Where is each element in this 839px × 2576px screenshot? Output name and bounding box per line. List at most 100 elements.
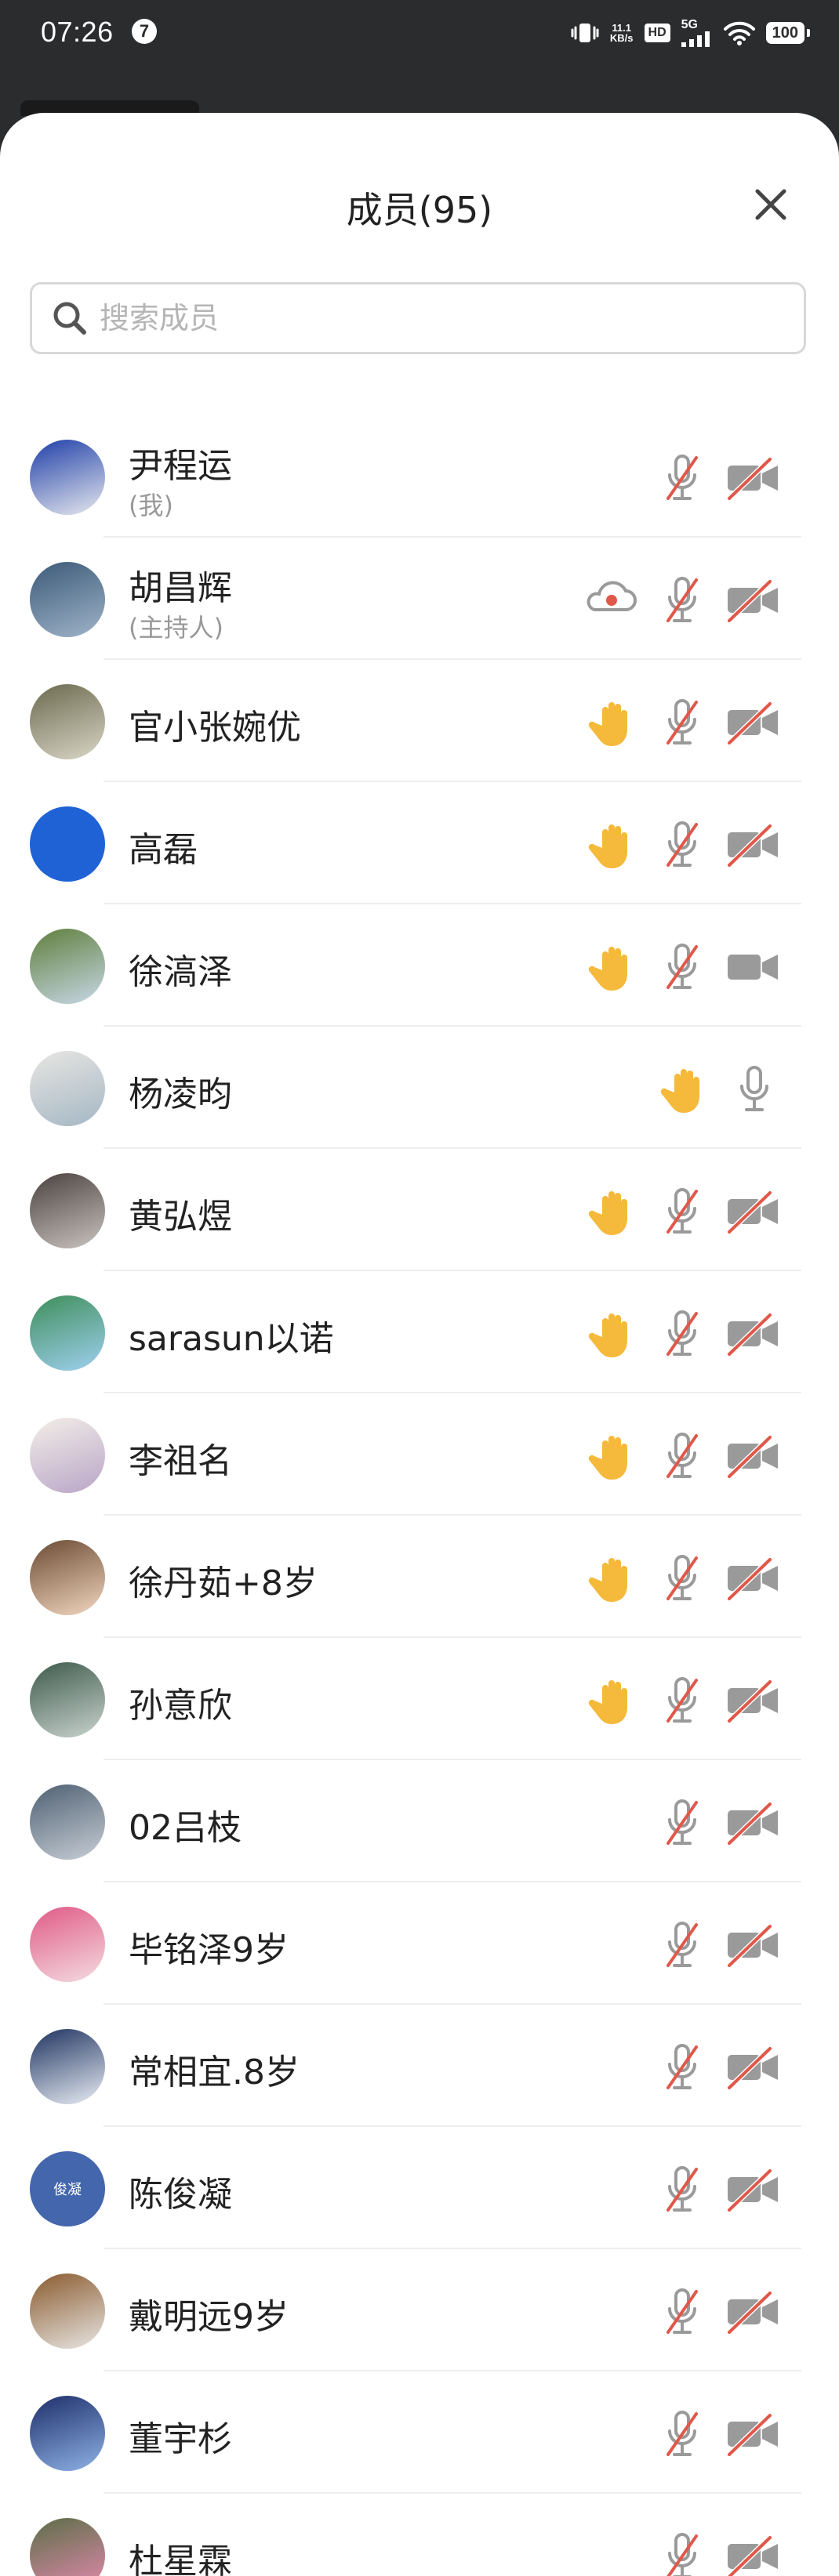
close-icon[interactable] (745, 179, 797, 230)
member-row[interactable]: 孙意欣 (0, 1638, 839, 1760)
avatar[interactable] (30, 806, 105, 882)
avatar[interactable] (30, 929, 105, 1004)
member-row[interactable]: 胡昌辉 (主持人) (0, 538, 839, 660)
member-row[interactable]: 杨凌昀 (0, 1027, 839, 1149)
camera-off-icon[interactable] (725, 2039, 781, 2096)
mic-muted-icon[interactable] (654, 939, 710, 995)
camera-off-icon[interactable] (725, 2406, 781, 2462)
mic-muted-icon[interactable] (654, 450, 710, 506)
member-name: 杨凌昀 (129, 1074, 232, 1114)
member-name: 陈俊凝 (129, 2175, 232, 2215)
mic-muted-icon[interactable] (654, 2284, 710, 2340)
member-name: 黄弘煜 (129, 1197, 232, 1237)
mic-muted-icon[interactable] (654, 1795, 710, 1851)
microphone-icon[interactable] (726, 1061, 783, 1118)
raised-hand-icon[interactable] (585, 1306, 641, 1362)
avatar[interactable] (30, 2518, 105, 2576)
avatar[interactable] (30, 2396, 105, 2471)
camera-off-icon[interactable] (725, 694, 781, 751)
member-row[interactable]: sarasun以诺 (0, 1271, 839, 1393)
member-row[interactable]: 尹程运 (我) (0, 415, 839, 538)
raised-hand-icon[interactable] (585, 1550, 641, 1607)
raised-hand-icon[interactable] (657, 1061, 714, 1118)
network-type: 5G (681, 18, 698, 31)
member-row[interactable]: 徐滈泽 (0, 904, 839, 1027)
notification-badge: 7 (132, 19, 157, 44)
camera-off-icon[interactable] (725, 1550, 781, 1607)
member-row[interactable]: 高磊 (0, 782, 839, 904)
avatar[interactable] (30, 684, 105, 759)
member-name: 孙意欣 (129, 1686, 232, 1726)
raised-hand-icon[interactable] (585, 817, 641, 873)
member-name: 徐丹茹+8岁 (129, 1563, 318, 1603)
mic-muted-icon[interactable] (654, 817, 710, 873)
avatar[interactable] (30, 440, 105, 515)
member-row[interactable]: 毕铭泽9岁 (0, 1882, 839, 2005)
avatar[interactable]: 俊凝 (30, 2151, 105, 2226)
member-row[interactable]: 常相宜.8岁 (0, 2005, 839, 2127)
camera-off-icon[interactable] (725, 1428, 781, 1484)
network-speed-unit: KB/s (609, 32, 634, 44)
status-icons: 11.1 KB/s HD 5G 100 (571, 17, 811, 49)
avatar[interactable] (30, 1051, 105, 1126)
mic-muted-icon[interactable] (654, 2528, 710, 2576)
cloud-recording-icon[interactable] (582, 572, 638, 629)
search-bar[interactable] (30, 282, 806, 354)
mic-muted-icon[interactable] (654, 1917, 710, 1973)
member-name: 杜星霖 (129, 2542, 232, 2576)
mic-muted-icon[interactable] (654, 694, 710, 751)
camera-off-icon[interactable] (725, 1795, 781, 1851)
raised-hand-icon[interactable] (585, 1672, 641, 1729)
camera-off-icon[interactable] (725, 2528, 781, 2576)
mic-muted-icon[interactable] (654, 1183, 710, 1240)
mic-muted-icon[interactable] (654, 1306, 710, 1362)
camera-off-icon[interactable] (725, 1672, 781, 1729)
member-row[interactable]: 李祖名 (0, 1393, 839, 1516)
avatar[interactable] (30, 1418, 105, 1493)
avatar[interactable] (30, 2273, 105, 2349)
mic-muted-icon[interactable] (654, 2039, 710, 2096)
camera-icon[interactable] (725, 939, 781, 995)
mic-muted-icon[interactable] (654, 2161, 710, 2218)
member-name: 尹程运 (129, 446, 232, 486)
battery-indicator: 100 (765, 22, 811, 44)
mic-muted-icon[interactable] (654, 1672, 710, 1729)
member-row[interactable]: 徐丹茹+8岁 (0, 1516, 839, 1638)
avatar[interactable] (30, 1784, 105, 1860)
member-name: 常相宜.8岁 (129, 2052, 300, 2092)
member-row[interactable]: 02吕枝 (0, 1760, 839, 1882)
avatar[interactable] (30, 1173, 105, 1248)
search-input[interactable] (98, 300, 791, 336)
camera-off-icon[interactable] (725, 1306, 781, 1362)
camera-off-icon[interactable] (725, 1183, 781, 1240)
camera-off-icon[interactable] (725, 817, 781, 873)
raised-hand-icon[interactable] (585, 1428, 641, 1484)
camera-off-icon[interactable] (725, 2161, 781, 2218)
member-row[interactable]: 杜星霖 (0, 2494, 839, 2576)
camera-off-icon[interactable] (725, 1917, 781, 1973)
avatar[interactable] (30, 1662, 105, 1737)
mic-muted-icon[interactable] (654, 1550, 710, 1607)
avatar[interactable] (30, 1907, 105, 1982)
raised-hand-icon[interactable] (585, 694, 641, 751)
member-row[interactable]: 官小张婉优 (0, 660, 839, 782)
raised-hand-icon[interactable] (585, 939, 641, 995)
camera-off-icon[interactable] (725, 2284, 781, 2340)
camera-off-icon[interactable] (725, 572, 781, 629)
member-row[interactable]: 黄弘煜 (0, 1149, 839, 1271)
member-name: 徐滈泽 (129, 952, 232, 992)
avatar[interactable] (30, 562, 105, 637)
avatar[interactable] (30, 1540, 105, 1615)
member-row[interactable]: 俊凝 陈俊凝 (0, 2127, 839, 2249)
camera-off-icon[interactable] (725, 450, 781, 506)
member-row[interactable]: 戴明远9岁 (0, 2249, 839, 2371)
mic-muted-icon[interactable] (654, 2406, 710, 2462)
mic-muted-icon[interactable] (654, 1428, 710, 1484)
avatar[interactable] (30, 1295, 105, 1371)
vibrate-icon (571, 24, 599, 42)
raised-hand-icon[interactable] (585, 1183, 641, 1240)
avatar[interactable] (30, 2029, 105, 2104)
member-name: 戴明远9岁 (129, 2297, 289, 2337)
member-row[interactable]: 董宇杉 (0, 2371, 839, 2494)
mic-muted-icon[interactable] (654, 572, 710, 629)
